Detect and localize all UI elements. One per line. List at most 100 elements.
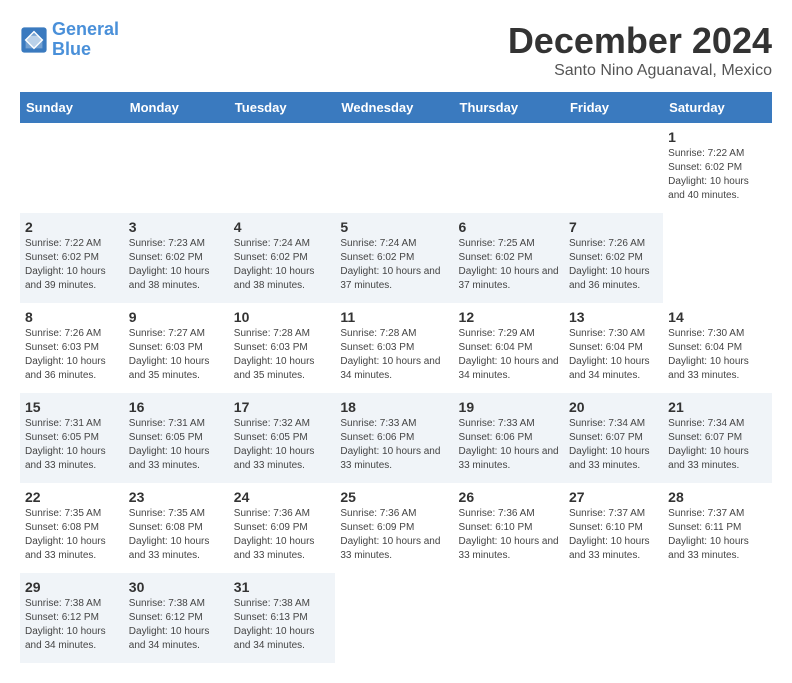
table-row: 25 Sunrise: 7:36 AMSunset: 6:09 PMDaylig… bbox=[335, 483, 453, 573]
logo-line1: General bbox=[52, 19, 119, 39]
day-number: 31 bbox=[234, 579, 331, 595]
table-row: 17 Sunrise: 7:32 AMSunset: 6:05 PMDaylig… bbox=[229, 393, 336, 483]
empty-cell bbox=[454, 573, 564, 663]
day-info: Sunrise: 7:24 AMSunset: 6:02 PMDaylight:… bbox=[234, 238, 315, 291]
table-row: 14 Sunrise: 7:30 AMSunset: 6:04 PMDaylig… bbox=[663, 303, 772, 393]
day-number: 3 bbox=[129, 219, 224, 235]
day-info: Sunrise: 7:26 AMSunset: 6:02 PMDaylight:… bbox=[569, 238, 650, 291]
day-number: 9 bbox=[129, 309, 224, 325]
header-monday: Monday bbox=[124, 92, 229, 123]
table-row: 10 Sunrise: 7:28 AMSunset: 6:03 PMDaylig… bbox=[229, 303, 336, 393]
table-row: 3 Sunrise: 7:23 AMSunset: 6:02 PMDayligh… bbox=[124, 213, 229, 303]
day-info: Sunrise: 7:28 AMSunset: 6:03 PMDaylight:… bbox=[340, 328, 440, 381]
header-friday: Friday bbox=[564, 92, 663, 123]
day-info: Sunrise: 7:31 AMSunset: 6:05 PMDaylight:… bbox=[25, 418, 106, 471]
table-row: 20 Sunrise: 7:34 AMSunset: 6:07 PMDaylig… bbox=[564, 393, 663, 483]
day-info: Sunrise: 7:36 AMSunset: 6:09 PMDaylight:… bbox=[234, 508, 315, 561]
day-number: 27 bbox=[569, 489, 658, 505]
table-row: 2 Sunrise: 7:22 AMSunset: 6:02 PMDayligh… bbox=[20, 213, 124, 303]
calendar-table: Sunday Monday Tuesday Wednesday Thursday… bbox=[20, 92, 772, 663]
day-number: 17 bbox=[234, 399, 331, 415]
day-info: Sunrise: 7:35 AMSunset: 6:08 PMDaylight:… bbox=[129, 508, 210, 561]
table-row: 1 Sunrise: 7:22 AMSunset: 6:02 PMDayligh… bbox=[663, 123, 772, 213]
day-info: Sunrise: 7:23 AMSunset: 6:02 PMDaylight:… bbox=[129, 238, 210, 291]
day-info: Sunrise: 7:34 AMSunset: 6:07 PMDaylight:… bbox=[569, 418, 650, 471]
day-number: 11 bbox=[340, 309, 448, 325]
table-row: 8 Sunrise: 7:26 AMSunset: 6:03 PMDayligh… bbox=[20, 303, 124, 393]
calendar-week-3: 8 Sunrise: 7:26 AMSunset: 6:03 PMDayligh… bbox=[20, 303, 772, 393]
day-number: 10 bbox=[234, 309, 331, 325]
table-row: 29 Sunrise: 7:38 AMSunset: 6:12 PMDaylig… bbox=[20, 573, 124, 663]
day-number: 24 bbox=[234, 489, 331, 505]
table-row: 11 Sunrise: 7:28 AMSunset: 6:03 PMDaylig… bbox=[335, 303, 453, 393]
day-number: 22 bbox=[25, 489, 119, 505]
day-number: 16 bbox=[129, 399, 224, 415]
empty-cell bbox=[454, 123, 564, 213]
day-info: Sunrise: 7:37 AMSunset: 6:11 PMDaylight:… bbox=[668, 508, 749, 561]
day-number: 7 bbox=[569, 219, 658, 235]
table-row: 9 Sunrise: 7:27 AMSunset: 6:03 PMDayligh… bbox=[124, 303, 229, 393]
table-row: 18 Sunrise: 7:33 AMSunset: 6:06 PMDaylig… bbox=[335, 393, 453, 483]
calendar-week-2: 2 Sunrise: 7:22 AMSunset: 6:02 PMDayligh… bbox=[20, 213, 772, 303]
table-row: 15 Sunrise: 7:31 AMSunset: 6:05 PMDaylig… bbox=[20, 393, 124, 483]
day-number: 6 bbox=[459, 219, 559, 235]
table-row: 21 Sunrise: 7:34 AMSunset: 6:07 PMDaylig… bbox=[663, 393, 772, 483]
table-row: 6 Sunrise: 7:25 AMSunset: 6:02 PMDayligh… bbox=[454, 213, 564, 303]
day-info: Sunrise: 7:24 AMSunset: 6:02 PMDaylight:… bbox=[340, 238, 440, 291]
page-header: General Blue December 2024 Santo Nino Ag… bbox=[20, 20, 772, 80]
table-row: 22 Sunrise: 7:35 AMSunset: 6:08 PMDaylig… bbox=[20, 483, 124, 573]
header-thursday: Thursday bbox=[454, 92, 564, 123]
day-info: Sunrise: 7:33 AMSunset: 6:06 PMDaylight:… bbox=[459, 418, 559, 471]
calendar-week-5: 22 Sunrise: 7:35 AMSunset: 6:08 PMDaylig… bbox=[20, 483, 772, 573]
day-number: 15 bbox=[25, 399, 119, 415]
logo-text: General Blue bbox=[52, 20, 119, 60]
day-info: Sunrise: 7:26 AMSunset: 6:03 PMDaylight:… bbox=[25, 328, 106, 381]
empty-cell bbox=[124, 123, 229, 213]
day-number: 8 bbox=[25, 309, 119, 325]
title-section: December 2024 Santo Nino Aguanaval, Mexi… bbox=[508, 20, 772, 80]
day-info: Sunrise: 7:37 AMSunset: 6:10 PMDaylight:… bbox=[569, 508, 650, 561]
table-row: 30 Sunrise: 7:38 AMSunset: 6:12 PMDaylig… bbox=[124, 573, 229, 663]
empty-cell bbox=[663, 213, 772, 303]
table-row: 5 Sunrise: 7:24 AMSunset: 6:02 PMDayligh… bbox=[335, 213, 453, 303]
day-info: Sunrise: 7:38 AMSunset: 6:12 PMDaylight:… bbox=[25, 598, 106, 651]
day-info: Sunrise: 7:36 AMSunset: 6:10 PMDaylight:… bbox=[459, 508, 559, 561]
table-row: 24 Sunrise: 7:36 AMSunset: 6:09 PMDaylig… bbox=[229, 483, 336, 573]
table-row: 16 Sunrise: 7:31 AMSunset: 6:05 PMDaylig… bbox=[124, 393, 229, 483]
header-wednesday: Wednesday bbox=[335, 92, 453, 123]
empty-cell bbox=[663, 573, 772, 663]
day-number: 25 bbox=[340, 489, 448, 505]
calendar-subtitle: Santo Nino Aguanaval, Mexico bbox=[508, 62, 772, 80]
table-row: 12 Sunrise: 7:29 AMSunset: 6:04 PMDaylig… bbox=[454, 303, 564, 393]
day-info: Sunrise: 7:38 AMSunset: 6:12 PMDaylight:… bbox=[129, 598, 210, 651]
empty-cell bbox=[335, 573, 453, 663]
day-number: 12 bbox=[459, 309, 559, 325]
empty-cell bbox=[564, 123, 663, 213]
day-info: Sunrise: 7:35 AMSunset: 6:08 PMDaylight:… bbox=[25, 508, 106, 561]
calendar-week-1: 1 Sunrise: 7:22 AMSunset: 6:02 PMDayligh… bbox=[20, 123, 772, 213]
calendar-header-row: Sunday Monday Tuesday Wednesday Thursday… bbox=[20, 92, 772, 123]
day-number: 20 bbox=[569, 399, 658, 415]
day-info: Sunrise: 7:30 AMSunset: 6:04 PMDaylight:… bbox=[569, 328, 650, 381]
calendar-week-4: 15 Sunrise: 7:31 AMSunset: 6:05 PMDaylig… bbox=[20, 393, 772, 483]
day-info: Sunrise: 7:30 AMSunset: 6:04 PMDaylight:… bbox=[668, 328, 749, 381]
day-info: Sunrise: 7:29 AMSunset: 6:04 PMDaylight:… bbox=[459, 328, 559, 381]
header-saturday: Saturday bbox=[663, 92, 772, 123]
day-info: Sunrise: 7:22 AMSunset: 6:02 PMDaylight:… bbox=[25, 238, 106, 291]
day-info: Sunrise: 7:31 AMSunset: 6:05 PMDaylight:… bbox=[129, 418, 210, 471]
day-number: 30 bbox=[129, 579, 224, 595]
day-number: 26 bbox=[459, 489, 559, 505]
calendar-week-6: 29 Sunrise: 7:38 AMSunset: 6:12 PMDaylig… bbox=[20, 573, 772, 663]
table-row: 13 Sunrise: 7:30 AMSunset: 6:04 PMDaylig… bbox=[564, 303, 663, 393]
table-row: 19 Sunrise: 7:33 AMSunset: 6:06 PMDaylig… bbox=[454, 393, 564, 483]
table-row: 28 Sunrise: 7:37 AMSunset: 6:11 PMDaylig… bbox=[663, 483, 772, 573]
table-row: 4 Sunrise: 7:24 AMSunset: 6:02 PMDayligh… bbox=[229, 213, 336, 303]
empty-cell bbox=[335, 123, 453, 213]
day-number: 2 bbox=[25, 219, 119, 235]
day-info: Sunrise: 7:34 AMSunset: 6:07 PMDaylight:… bbox=[668, 418, 749, 471]
day-number: 29 bbox=[25, 579, 119, 595]
day-info: Sunrise: 7:25 AMSunset: 6:02 PMDaylight:… bbox=[459, 238, 559, 291]
day-number: 1 bbox=[668, 129, 767, 145]
table-row: 7 Sunrise: 7:26 AMSunset: 6:02 PMDayligh… bbox=[564, 213, 663, 303]
logo-icon bbox=[20, 26, 48, 54]
